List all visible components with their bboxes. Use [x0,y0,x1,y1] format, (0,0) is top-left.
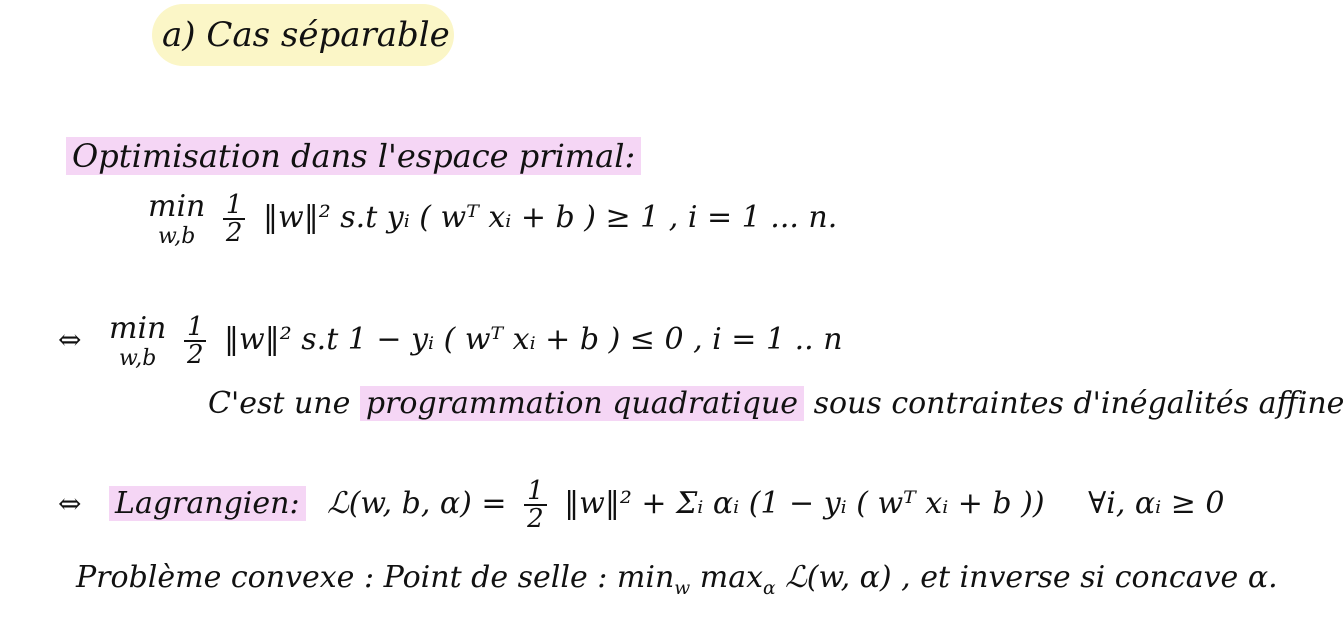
primal-equation-2: ⇔ min w,b 1 2 ‖w‖² s.t 1 − yᵢ ( wᵀ xᵢ + … [58,314,843,370]
lagrangian-lhs: ℒ(w, b, α) = [327,486,507,521]
primal-equation-2-body: ‖w‖² s.t 1 − yᵢ ( wᵀ xᵢ + b ) ≤ 0 , i = … [224,322,843,357]
lagrangian-condition: ∀i, αᵢ ≥ 0 [1088,486,1225,521]
equivalence-arrow-2: ⇔ [58,487,82,520]
primal-heading: Optimisation dans l'espace primal: [66,136,642,176]
conclusion-expression: ℒ(w, α) , et inverse si concave α. [785,560,1278,595]
primal-equation-1: min w,b 1 2 ‖w‖² s.t yᵢ ( wᵀ xᵢ + b ) ≥ … [148,192,837,248]
primal-equation-1-body: ‖w‖² s.t yᵢ ( wᵀ xᵢ + b ) ≥ 1 , i = 1 ..… [263,200,838,235]
min-subscript: w [674,578,691,599]
max-operator: max [699,560,764,595]
primal-heading-text: Optimisation dans l'espace primal: [66,137,642,175]
equivalence-arrow-1: ⇔ [58,323,82,356]
fraction-3: 1 2 [524,478,547,532]
section-title-text: a) Cas séparable [162,15,450,55]
fraction-2: 1 2 [183,314,207,368]
section-title: a) Cas séparable [152,4,454,66]
convex-problem-line: Problème convexe : Point de selle : minw… [76,556,1278,611]
remark-prefix: C'est une [208,386,351,421]
remark-highlight: programmation quadratique [359,386,805,421]
max-subscript: α [763,578,776,599]
lagrangian-rhs: ‖w‖² + Σᵢ αᵢ (1 − yᵢ ( wᵀ xᵢ + b )) [564,486,1045,521]
remark-suffix: sous contraintes d'inégalités affines. [813,386,1344,421]
lagrangian-label: Lagrangien: [109,486,306,521]
fraction-1: 1 2 [222,192,246,246]
min-operator-2: min w,b [109,311,167,371]
min-operator-1: min w,b [148,189,206,249]
conclusion-text: Problème convexe : Point de selle : min [76,560,675,595]
quadratic-programming-remark: C'est une programmation quadratique sous… [208,382,1344,426]
lagrangian-equation: ⇔ Lagrangien: ℒ(w, b, α) = 1 2 ‖w‖² + Σᵢ… [58,478,1225,532]
